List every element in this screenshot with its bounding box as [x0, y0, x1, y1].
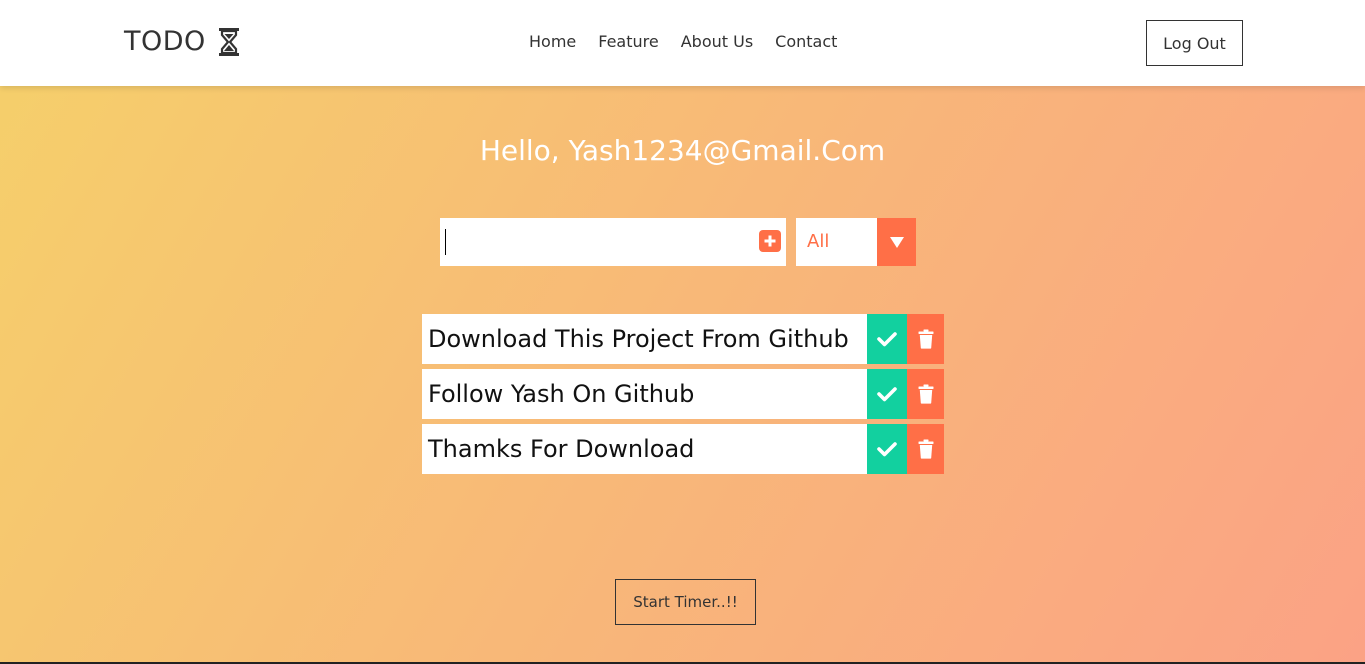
brand-logo[interactable]: TODO	[124, 26, 240, 57]
trash-icon	[918, 329, 933, 349]
nav-feature[interactable]: Feature	[598, 32, 658, 51]
complete-todo-button[interactable]	[867, 424, 907, 474]
todo-input[interactable]	[440, 218, 750, 266]
main-nav: Home Feature About Us Contact	[529, 32, 859, 51]
caret-down-icon	[889, 237, 904, 248]
check-icon	[877, 387, 897, 402]
hourglass-icon	[218, 27, 240, 57]
complete-todo-button[interactable]	[867, 369, 907, 419]
check-icon	[877, 442, 897, 457]
delete-todo-button[interactable]	[907, 369, 944, 419]
nav-home[interactable]: Home	[529, 32, 576, 51]
todo-item: Thamks For Download	[422, 424, 944, 474]
greeting-text: Hello, Yash1234@Gmail.Com	[479, 134, 886, 167]
add-todo-button[interactable]	[759, 230, 781, 252]
start-timer-button[interactable]: Start Timer..!!	[615, 579, 756, 625]
text-cursor	[445, 229, 446, 255]
delete-todo-button[interactable]	[907, 424, 944, 474]
nav-about-us[interactable]: About Us	[681, 32, 753, 51]
filter-selected-value: All	[807, 231, 830, 252]
todo-item: Download This Project From Github	[422, 314, 944, 364]
nav-contact[interactable]: Contact	[775, 32, 837, 51]
filter-dropdown-toggle[interactable]	[877, 218, 916, 266]
todo-item-text: Download This Project From Github	[422, 314, 867, 364]
brand-title: TODO	[124, 26, 206, 57]
trash-icon	[918, 439, 933, 459]
filter-select[interactable]: All	[796, 218, 916, 266]
todo-item-text: Thamks For Download	[422, 424, 867, 474]
check-icon	[877, 332, 897, 347]
navbar: TODO Home Feature About Us Contact Log O…	[0, 0, 1365, 86]
logout-button[interactable]: Log Out	[1146, 20, 1243, 66]
trash-icon	[918, 384, 933, 404]
todo-item-text: Follow Yash On Github	[422, 369, 867, 419]
complete-todo-button[interactable]	[867, 314, 907, 364]
plus-square-icon	[764, 235, 776, 247]
delete-todo-button[interactable]	[907, 314, 944, 364]
todo-input-container	[440, 218, 786, 266]
todo-item: Follow Yash On Github	[422, 369, 944, 419]
